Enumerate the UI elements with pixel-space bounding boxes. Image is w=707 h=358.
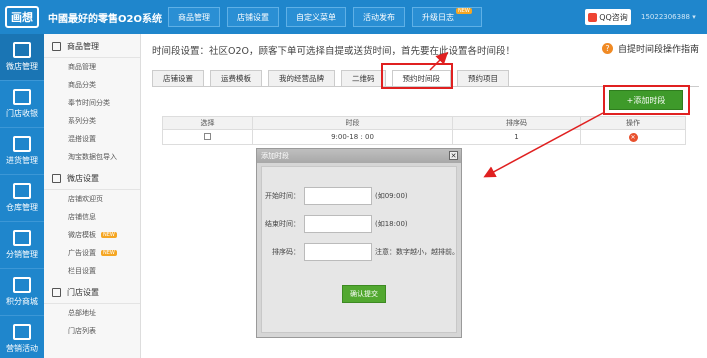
new-badge: NEW (456, 8, 472, 14)
end-time-row: 结束时间： (如18:00) (262, 215, 408, 233)
sort-note: 注意：数字越小，越排前。 (375, 248, 459, 256)
rail-item-marketing[interactable]: 营销活动 (0, 316, 44, 358)
sidebar-item-columns[interactable]: 栏目设置 (44, 262, 140, 280)
sidebar-section-shops[interactable]: 门店设置 (44, 282, 140, 304)
close-icon[interactable]: ✕ (449, 151, 458, 160)
distribution-icon (13, 230, 31, 246)
top-nav: 商品管理 店铺设置 自定义菜单 活动发布 升级日志 NEW (168, 7, 482, 27)
rail-item-points-mall[interactable]: 积分商城 (0, 269, 44, 316)
rail-item-pos[interactable]: 门店收银 (0, 81, 44, 128)
sidebar-item-template[interactable]: 微店模板 NEW (44, 226, 140, 244)
highlight-box-add-button (603, 85, 690, 115)
rail-item-warehouse[interactable]: 仓库管理 (0, 175, 44, 222)
rail-item-distribution[interactable]: 分销管理 (0, 222, 44, 269)
qq-icon (588, 12, 598, 22)
nav-store-settings[interactable]: 店铺设置 (227, 7, 279, 27)
sidebar-item-season-category[interactable]: 奉节时间分类 (44, 94, 140, 112)
sidebar-item-taobao-import[interactable]: 淘宝数据包导入 (44, 148, 140, 166)
end-time-note: (如18:00) (375, 220, 408, 228)
qq-consult-button[interactable]: QQ咨询 (585, 9, 631, 25)
sidebar-item-goods[interactable]: 商品管理 (44, 58, 140, 76)
sort-label: 排序码： (272, 248, 300, 256)
dialog-title-bar[interactable]: 添加时段 ✕ (257, 149, 461, 163)
location-pin-icon (52, 288, 61, 297)
sidebar-item-mix-settings[interactable]: 混搭设置 (44, 130, 140, 148)
sidebar-section-store[interactable]: 微店设置 (44, 168, 140, 190)
rail-item-purchase[interactable]: 进货管理 (0, 128, 44, 175)
sidebar-item-ads[interactable]: 广告设置 NEW (44, 244, 140, 262)
tab-bar: 店铺设置 运费模板 我的经营品牌 二维码 预约时间段 预约项目 (152, 70, 509, 87)
sidebar-section-goods[interactable]: 商品管理 (44, 36, 140, 58)
warehouse-icon (13, 183, 31, 199)
logo-mark: 画想 (5, 6, 39, 28)
brand-title: 中國最好的零售O2O系统 (48, 13, 162, 25)
account-menu[interactable]: 15022306388 ▾ (641, 13, 696, 21)
top-bar: 画想 中國最好的零售O2O系统 商品管理 店铺设置 自定义菜单 活动发布 升级日… (0, 0, 707, 34)
rail-item-micro-store[interactable]: 微店管理 (0, 34, 44, 81)
cart-icon (13, 136, 31, 152)
nav-upgrade-log[interactable]: 升级日志 NEW (412, 7, 482, 27)
confirm-submit-button[interactable]: 确认提交 (342, 285, 386, 303)
start-time-label: 开始时间： (265, 192, 300, 200)
cashier-icon (13, 89, 31, 105)
sub-sidebar: 商品管理 商品管理 商品分类 奉节时间分类 系列分类 混搭设置 淘宝数据包导入 … (44, 34, 141, 358)
sidebar-item-goods-category[interactable]: 商品分类 (44, 76, 140, 94)
col-time: 时段 (252, 116, 453, 130)
start-time-note: (如09:00) (375, 192, 408, 200)
sort-input[interactable] (304, 243, 372, 261)
cell-time: 9:00-18 : 00 (252, 129, 453, 145)
start-time-row: 开始时间： (如09:00) (262, 187, 408, 205)
logo[interactable]: 画想 (0, 0, 44, 34)
row-checkbox[interactable] (204, 132, 211, 140)
col-action: 操作 (580, 116, 686, 130)
question-icon: ? (601, 43, 613, 54)
nav-custom-menu[interactable]: 自定义菜单 (286, 7, 346, 27)
module-rail: 微店管理 门店收银 进货管理 仓库管理 分销管理 积分商城 营销活动 (0, 34, 44, 358)
table-row: 9:00-18 : 00 1 ✕ (162, 129, 686, 145)
page-hint: 时间段设置：社区O2O，顾客下单可选择自提或送货时间，首先要在此设置各时间段！ (152, 46, 516, 57)
tab-shipping-template[interactable]: 运费模板 (210, 70, 262, 87)
sidebar-item-shop-list[interactable]: 门店列表 (44, 322, 140, 340)
delete-icon[interactable]: ✕ (628, 132, 638, 142)
sidebar-item-hq-address[interactable]: 总部地址 (44, 304, 140, 322)
sidebar-item-welcome[interactable]: 店铺欢迎页 (44, 190, 140, 208)
tab-store-settings[interactable]: 店铺设置 (152, 70, 204, 87)
add-time-slot-dialog: 添加时段 ✕ 开始时间： (如09:00) 结束时间： (如18:00) 排序码… (256, 148, 462, 338)
marketing-icon (13, 324, 31, 340)
time-slot-table: 选择 时段 排序码 操作 9:00-18 : 00 1 ✕ (162, 116, 686, 145)
tab-my-brands[interactable]: 我的经营品牌 (268, 70, 335, 87)
sidebar-item-store-info[interactable]: 店铺信息 (44, 208, 140, 226)
tab-booking-items[interactable]: 预约项目 (457, 70, 509, 87)
new-badge: NEW (101, 232, 117, 238)
end-time-input[interactable] (304, 215, 372, 233)
col-sort: 排序码 (452, 116, 581, 130)
chevron-down-icon: ▾ (692, 13, 696, 21)
box-icon (52, 42, 61, 51)
store-icon (13, 42, 31, 58)
new-badge: NEW (101, 250, 117, 256)
col-select: 选择 (162, 116, 253, 130)
points-icon (13, 277, 31, 293)
highlight-box-tab (381, 63, 453, 89)
tab-qrcode[interactable]: 二维码 (341, 70, 386, 87)
cart-icon (52, 174, 61, 183)
guide-link[interactable]: ? 自提时间段操作指南 (601, 42, 699, 55)
nav-goods-management[interactable]: 商品管理 (168, 7, 220, 27)
cell-sort: 1 (452, 129, 581, 145)
end-time-label: 结束时间： (265, 220, 300, 228)
sort-row: 排序码： 注意：数字越小，越排前。 (262, 243, 459, 261)
sidebar-item-series-category[interactable]: 系列分类 (44, 112, 140, 130)
dialog-body: 开始时间： (如09:00) 结束时间： (如18:00) 排序码： 注意：数字… (261, 166, 459, 333)
nav-activity-publish[interactable]: 活动发布 (353, 7, 405, 27)
start-time-input[interactable] (304, 187, 372, 205)
